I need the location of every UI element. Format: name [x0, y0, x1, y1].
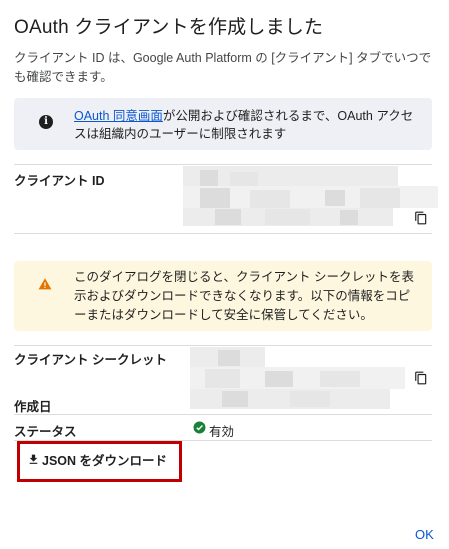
status-label: ステータス [14, 425, 77, 439]
oauth-consent-screen-link[interactable]: OAuth 同意画面 [74, 109, 163, 123]
client-id-label: クライアント ID [14, 174, 105, 188]
info-banner: i OAuth 同意画面が公開および確認されるまで、OAuth アクセスは組織内… [14, 98, 432, 150]
client-secret-label: クライアント シークレット [14, 353, 167, 367]
created-date-label: 作成日 [14, 400, 52, 414]
warning-icon [38, 278, 52, 290]
divider [14, 414, 432, 415]
info-banner-text: OAuth 同意画面が公開および確認されるまで、OAuth アクセスは組織内のユ… [74, 107, 414, 143]
divider [14, 164, 432, 165]
ok-button[interactable]: OK [415, 527, 434, 542]
client-id-copy-icon[interactable] [414, 211, 428, 225]
dialog-description: クライアント ID は、Google Auth Platform の [クライア… [14, 51, 432, 84]
divider [14, 233, 432, 234]
info-icon: i [39, 115, 53, 129]
divider [14, 345, 432, 346]
client-secret-copy-icon[interactable] [414, 371, 428, 385]
check-circle-icon [193, 421, 206, 434]
status-value: 有効 [209, 425, 235, 439]
highlight-box [17, 441, 182, 482]
dialog-title: OAuth クライアントを作成しました [14, 17, 324, 38]
warning-banner-text: このダイアログを閉じると、クライアント シークレットを表示およびダウンロードでき… [74, 270, 414, 322]
